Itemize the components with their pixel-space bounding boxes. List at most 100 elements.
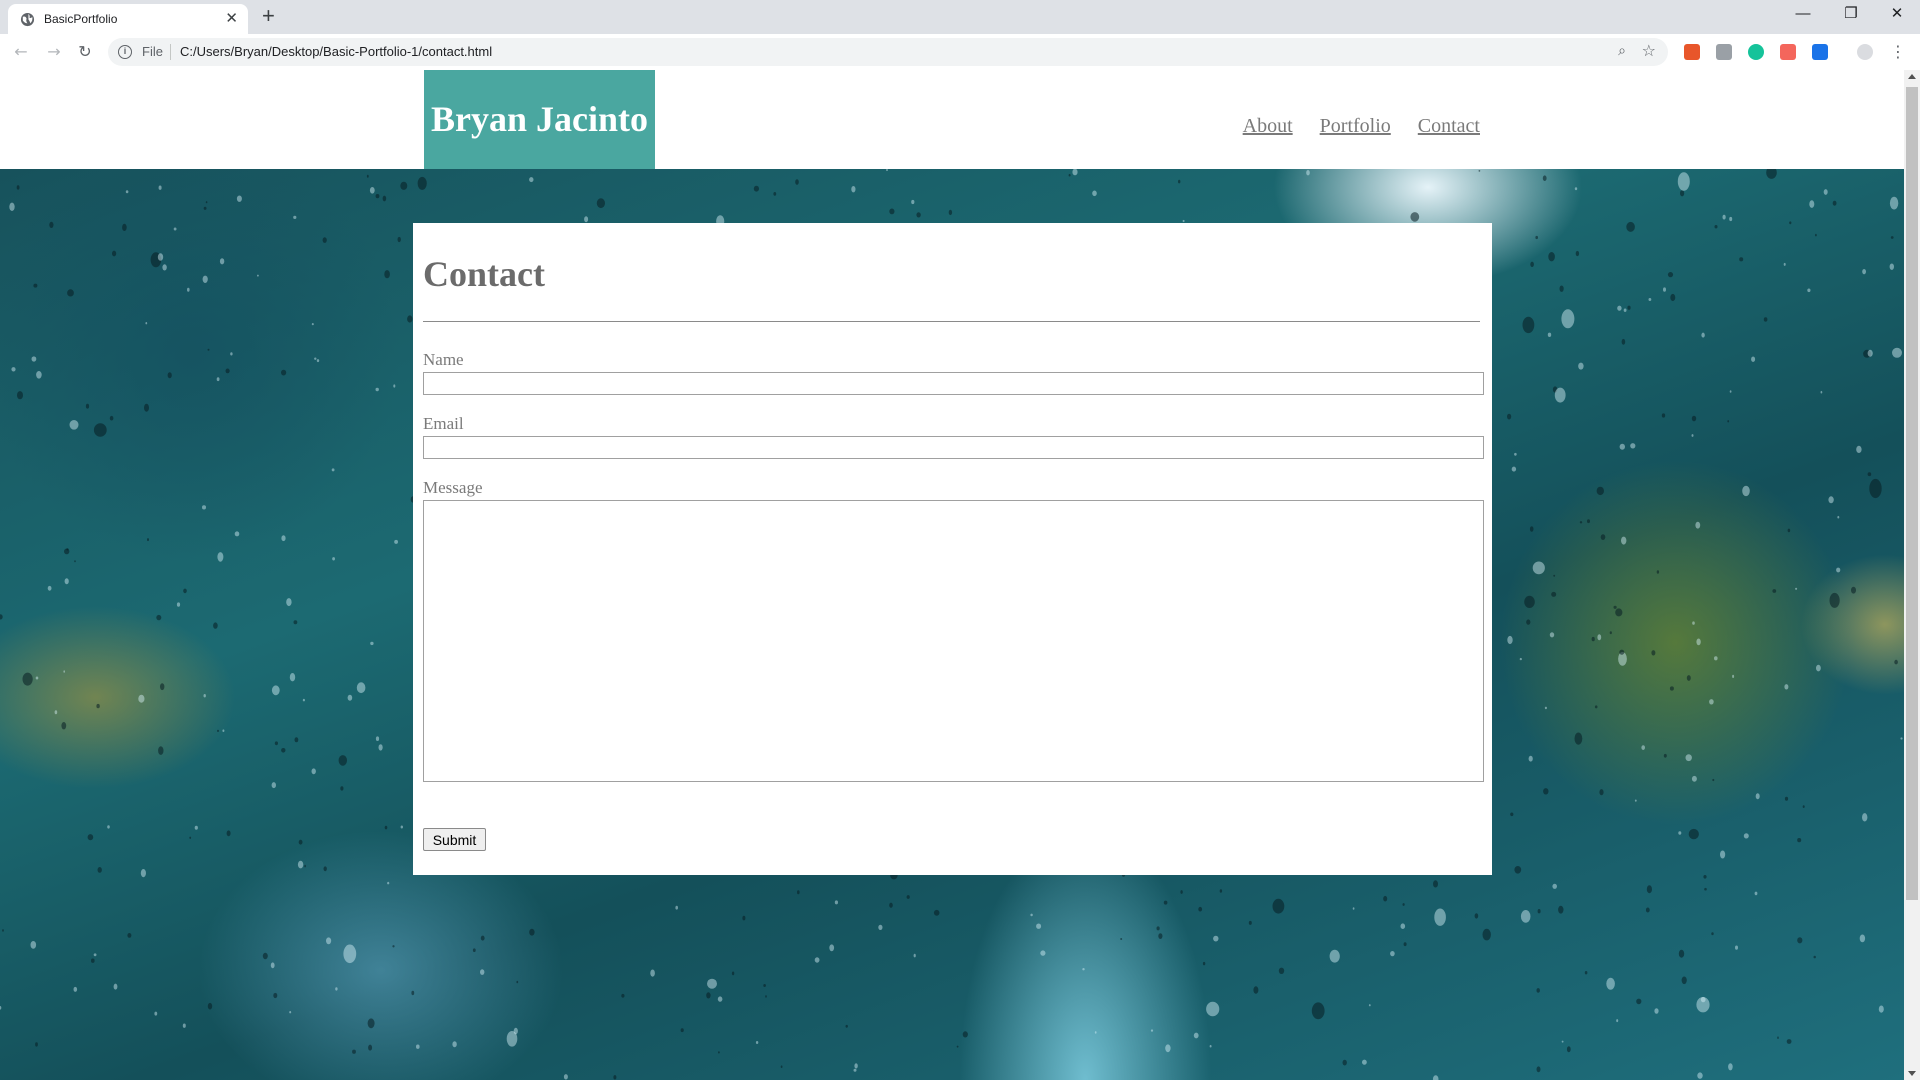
raindrop xyxy=(1663,287,1666,292)
email-label: Email xyxy=(423,414,464,433)
menu-kebab-icon[interactable]: ⋮ xyxy=(1888,42,1908,62)
raindrop xyxy=(289,673,296,682)
raindrop xyxy=(202,275,208,283)
nav-link-about[interactable]: About xyxy=(1243,115,1293,137)
raindrop xyxy=(109,415,114,421)
raindrop xyxy=(1507,413,1512,420)
tab-close-icon[interactable]: ✕ xyxy=(225,10,238,27)
name-field[interactable] xyxy=(423,372,1484,395)
raindrop xyxy=(366,174,369,178)
scroll-thumb[interactable] xyxy=(1906,87,1918,900)
raindrop xyxy=(1823,189,1828,195)
clipping-extension-icon[interactable] xyxy=(1780,44,1796,60)
scroll-up-arrow-icon[interactable] xyxy=(1908,74,1916,79)
raindrop xyxy=(480,935,485,941)
site-nav: About Portfolio Contact xyxy=(1221,115,1480,138)
office-extension-icon[interactable] xyxy=(1684,44,1700,60)
new-tab-button[interactable]: + xyxy=(262,5,275,27)
raindrop xyxy=(416,1044,420,1049)
email-field[interactable] xyxy=(423,436,1484,459)
raindrop xyxy=(613,1075,617,1080)
page-title: Contact xyxy=(423,254,545,294)
raindrop xyxy=(31,356,37,362)
raindrop xyxy=(316,359,320,363)
raindrop xyxy=(1648,298,1652,301)
submit-button[interactable]: Submit xyxy=(423,828,486,851)
raindrop xyxy=(230,352,233,356)
minimize-button[interactable]: — xyxy=(1788,4,1818,24)
raindrop xyxy=(1696,638,1701,646)
raindrop xyxy=(1524,595,1535,608)
raindrop xyxy=(16,185,20,190)
globe-icon xyxy=(20,12,35,27)
raindrop xyxy=(584,216,589,223)
raindrop xyxy=(1621,536,1627,545)
raindrop xyxy=(1645,907,1650,913)
raindrop xyxy=(1272,898,1285,914)
url-text[interactable]: C:/Users/Bryan/Desktop/Basic-Portfolio-1… xyxy=(180,44,492,59)
raindrop xyxy=(9,202,15,211)
raindrop xyxy=(1528,755,1533,762)
raindrop xyxy=(274,741,278,746)
raindrop xyxy=(1036,923,1042,929)
message-textarea[interactable] xyxy=(423,500,1484,782)
grammarly-extension-icon[interactable] xyxy=(1748,44,1764,60)
pen-extension-icon[interactable] xyxy=(1812,44,1828,60)
raindrop xyxy=(795,179,799,185)
raindrop xyxy=(66,548,69,551)
contact-card: Contact Name Email Message Submit xyxy=(413,223,1492,875)
raindrop xyxy=(1597,634,1602,641)
raindrop xyxy=(1634,799,1637,802)
restore-button[interactable]: ❐ xyxy=(1836,4,1866,24)
raindrop xyxy=(1206,1001,1220,1017)
raindrop xyxy=(680,1028,684,1033)
raindrop xyxy=(293,215,297,219)
scroll-down-arrow-icon[interactable] xyxy=(1908,1071,1916,1076)
raindrop xyxy=(1692,621,1695,625)
address-bar[interactable]: i File C:/Users/Bryan/Desktop/Basic-Port… xyxy=(108,38,1668,66)
raindrop xyxy=(516,980,519,984)
raindrop xyxy=(332,557,335,561)
raindrop xyxy=(203,206,207,210)
raindrop xyxy=(1755,793,1760,800)
raindrop xyxy=(529,928,535,936)
raindrop xyxy=(814,957,820,963)
raindrop xyxy=(289,1011,292,1014)
raindrop xyxy=(407,315,413,323)
zoom-icon[interactable]: ⌕ xyxy=(1618,43,1626,59)
info-icon[interactable]: i xyxy=(118,45,132,59)
raindrop xyxy=(187,287,190,292)
raindrop xyxy=(125,190,129,194)
browser-tab[interactable]: BasicPortfolio ✕ xyxy=(8,4,248,34)
back-button[interactable]: ← xyxy=(11,42,31,62)
raindrop xyxy=(1712,778,1715,782)
raindrop xyxy=(1536,1066,1541,1073)
raindrop xyxy=(1591,636,1595,642)
raindrop xyxy=(113,983,118,990)
raindrop xyxy=(851,186,856,193)
raindrop xyxy=(911,199,915,205)
forward-button[interactable]: → xyxy=(44,42,64,62)
bookmark-star-icon[interactable]: ☆ xyxy=(1642,41,1656,60)
reload-button[interactable]: ↻ xyxy=(75,42,95,62)
close-window-button[interactable]: ✕ xyxy=(1882,4,1912,24)
raindrop xyxy=(889,208,895,215)
raindrop xyxy=(1869,478,1882,499)
raindrop xyxy=(755,1041,759,1044)
raindrop xyxy=(1815,233,1817,237)
page-scrollbar[interactable] xyxy=(1904,70,1920,1080)
raindrop xyxy=(61,722,67,730)
raindrop xyxy=(219,258,225,265)
raindrop xyxy=(1813,955,1816,959)
brand-logo[interactable]: Bryan Jacinto xyxy=(424,70,655,169)
raindrop xyxy=(650,969,655,977)
raindrop xyxy=(1278,967,1285,974)
profile-avatar-icon[interactable] xyxy=(1857,44,1873,60)
raindrop xyxy=(400,825,403,829)
nav-link-portfolio[interactable]: Portfolio xyxy=(1320,115,1391,137)
name-label: Name xyxy=(423,350,464,369)
raindrop xyxy=(1617,305,1622,311)
pdf-extension-icon[interactable] xyxy=(1716,44,1732,60)
nav-link-contact[interactable]: Contact xyxy=(1418,115,1480,137)
raindrop xyxy=(1763,317,1768,322)
